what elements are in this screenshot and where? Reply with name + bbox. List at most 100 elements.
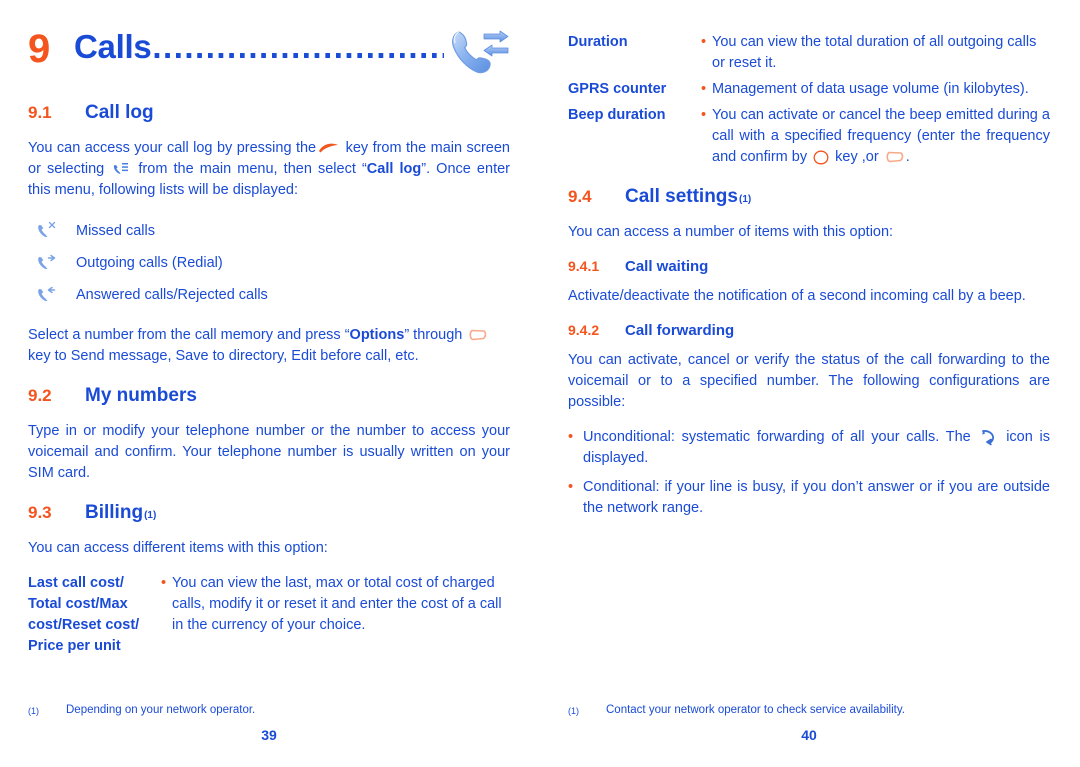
phone-call-exchange-icon xyxy=(448,26,510,76)
soft-key-icon xyxy=(468,328,487,342)
list-item-label: Outgoing calls (Redial) xyxy=(76,255,223,271)
ok-key-icon xyxy=(813,150,829,165)
call-forward-icon xyxy=(980,429,996,446)
list-item: • Unconditional: systematic forwarding o… xyxy=(568,427,1050,469)
bullet-marker: • xyxy=(568,429,574,445)
billing-intro-paragraph: You can access different items with this… xyxy=(28,540,328,556)
billing-term-line: cost/Reset cost/ xyxy=(28,617,140,633)
footnote: (1) Contact your network operator to che… xyxy=(568,702,1050,719)
gprs-counter-description: • Management of data usage volume (in ki… xyxy=(701,79,1050,100)
duration-description-text: You can view the total duration of all o… xyxy=(712,34,1037,71)
heading-9-1: 9.1 Call log xyxy=(28,102,510,124)
call-log-outro-part2: ” through xyxy=(404,327,463,343)
send-key-icon xyxy=(318,141,339,155)
billing-description: • You can view the last, max or total co… xyxy=(161,573,510,657)
table-row: Last call cost/ Total cost/Max cost/Rese… xyxy=(28,573,510,657)
beep-duration-term: Beep duration xyxy=(568,107,666,123)
billing-term-line: Total cost/Max xyxy=(28,596,128,612)
heading-9-1-number: 9.1 xyxy=(28,103,52,122)
chapter-title-wrap: Calls .................................. xyxy=(74,28,444,66)
call-forwarding-paragraph: You can activate, cancel or verify the s… xyxy=(568,352,1050,410)
billing-definition-table: Last call cost/ Total cost/Max cost/Rese… xyxy=(28,573,510,657)
billing-term: Last call cost/ Total cost/Max cost/Rese… xyxy=(28,573,161,657)
list-item-label: Missed calls xyxy=(76,223,155,239)
page-number: 39 xyxy=(261,727,277,743)
heading-9-4-2-number: 9.4.2 xyxy=(568,322,600,338)
outgoing-call-icon xyxy=(28,252,76,274)
bullet-marker: • xyxy=(701,107,707,123)
billing-term-line: Last call cost/ xyxy=(28,575,124,591)
list-item: Answered calls/Rejected calls xyxy=(28,279,510,311)
bullet-marker: • xyxy=(161,575,167,591)
unconditional-part1: Unconditional: systematic forwarding of … xyxy=(583,429,971,445)
heading-9-4-1-title: Call waiting xyxy=(625,258,709,275)
heading-9-2-title: My numbers xyxy=(85,385,197,406)
table-row: Beep duration • You can activate or canc… xyxy=(568,105,1050,168)
footnote-text: Depending on your network operator. xyxy=(66,704,256,716)
billing-description-text: You can view the last, max or total cost… xyxy=(172,575,502,633)
gprs-counter-description-text: Management of data usage volume (in kilo… xyxy=(712,81,1029,97)
soft-key-icon xyxy=(885,150,904,164)
right-page-footer: (1) Contact your network operator to che… xyxy=(568,702,1050,743)
heading-9-3-number: 9.3 xyxy=(28,503,52,522)
bullet-marker: • xyxy=(701,34,707,50)
page-number: 40 xyxy=(801,727,817,743)
call-settings-intro-paragraph: You can access a number of items with th… xyxy=(568,224,894,240)
call-log-intro-part1: You can access your call log by pressing… xyxy=(28,140,317,156)
billing-term-line: Price per unit xyxy=(28,638,121,654)
heading-9-1-title: Call log xyxy=(85,102,154,123)
answered-call-icon xyxy=(28,284,76,306)
call-waiting-paragraph: Activate/deactivate the notification of … xyxy=(568,288,1026,304)
right-page: Duration • You can view the total durati… xyxy=(540,0,1080,767)
call-log-options-paragraph: Select a number from the call memory and… xyxy=(28,325,510,367)
call-forwarding-configurations: • Unconditional: systematic forwarding o… xyxy=(568,427,1050,519)
chapter-title: Calls xyxy=(74,28,152,65)
heading-9-4-2-title: Call forwarding xyxy=(625,322,735,339)
footnote-mark: (1) xyxy=(568,706,579,716)
heading-9-4-number: 9.4 xyxy=(568,187,592,206)
left-page-footer: (1) Depending on your network operator. … xyxy=(28,702,510,743)
beep-duration-description: • You can activate or cancel the beep em… xyxy=(701,105,1050,168)
duration-term: Duration xyxy=(568,34,628,50)
bullet-marker: • xyxy=(568,479,574,495)
heading-9-2: 9.2 My numbers xyxy=(28,385,510,407)
heading-9-4-title: Call settings xyxy=(625,186,738,207)
missed-call-icon xyxy=(28,220,76,242)
billing-continued-table: Duration • You can view the total durati… xyxy=(568,32,1050,168)
beep-desc-part2: key ,or xyxy=(835,149,879,165)
call-log-intro-paragraph: You can access your call log by pressing… xyxy=(28,138,510,201)
manual-page-spread: 9 Calls ................................… xyxy=(0,0,1080,767)
call-log-outro-part3: key to Send message, Save to directory, … xyxy=(28,348,419,364)
duration-description: • You can view the total duration of all… xyxy=(701,32,1050,74)
gprs-counter-term: GPRS counter xyxy=(568,81,667,97)
chapter-number: 9 xyxy=(28,27,51,71)
call-log-intro-bold: Call log xyxy=(366,161,422,177)
heading-9-3-title: Billing xyxy=(85,502,144,523)
call-log-intro-part3: from the main menu, then select “ xyxy=(138,161,367,177)
call-log-outro-part1: Select a number from the call memory and… xyxy=(28,327,350,343)
my-numbers-paragraph: Type in or modify your telephone number … xyxy=(28,423,510,481)
unconditional-forwarding-text: Unconditional: systematic forwarding of … xyxy=(583,427,1050,469)
heading-9-3: 9.3 Billing (1) xyxy=(28,502,510,524)
beep-desc-part3: . xyxy=(905,149,910,165)
chapter-header: 9 Calls ................................… xyxy=(28,28,510,84)
call-log-outro-bold: Options xyxy=(349,327,405,343)
left-page: 9 Calls ................................… xyxy=(0,0,540,767)
table-row: GPRS counter • Management of data usage … xyxy=(568,79,1050,100)
chapter-dot-leader: .................................. xyxy=(152,28,444,65)
heading-9-4-2: 9.4.2 Call forwarding xyxy=(568,322,1050,339)
beep-duration-description-text: You can activate or cancel the beep emit… xyxy=(712,105,1050,168)
heading-9-4: 9.4 Call settings (1) xyxy=(568,186,1050,208)
list-item: Outgoing calls (Redial) xyxy=(28,247,510,279)
bullet-marker: • xyxy=(701,81,707,97)
footnote-mark: (1) xyxy=(28,706,39,716)
heading-9-4-1: 9.4.1 Call waiting xyxy=(568,258,1050,275)
heading-9-4-1-number: 9.4.1 xyxy=(568,258,600,274)
heading-9-3-footnote-mark: (1) xyxy=(144,510,157,521)
call-log-type-list: Missed calls Outgoing calls (Redial) Ans… xyxy=(28,215,510,311)
footnote: (1) Depending on your network operator. xyxy=(28,702,510,719)
conditional-forwarding-text: Conditional: if your line is busy, if yo… xyxy=(583,479,1050,516)
list-item: • Conditional: if your line is busy, if … xyxy=(568,477,1050,519)
beep-desc-part1: You can activate or cancel the beep emit… xyxy=(712,107,1050,165)
call-log-menu-icon xyxy=(113,161,129,177)
